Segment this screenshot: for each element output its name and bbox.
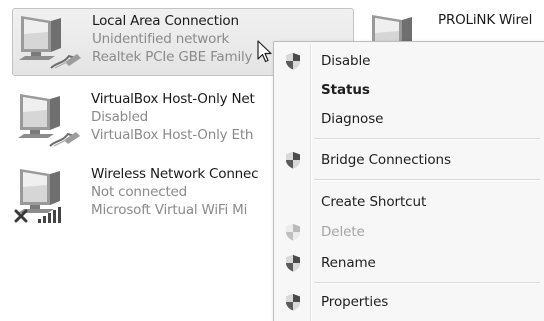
connection-status: Not connected xyxy=(91,184,188,200)
menu-item-diagnose[interactable]: Diagnose xyxy=(277,106,544,132)
menu-item-label: Delete xyxy=(321,224,365,240)
shield-icon xyxy=(284,223,302,241)
menu-item-rename[interactable]: Rename xyxy=(277,250,544,276)
menu-item-delete[interactable]: Delete xyxy=(277,219,544,245)
connection-virtualbox-host-only[interactable]: VirtualBox Host-Only Net Disabled Virtua… xyxy=(12,87,274,155)
menu-item-status[interactable]: Status xyxy=(277,77,544,103)
menu-separator xyxy=(314,282,540,284)
connection-device: VirtualBox Host-Only Eth xyxy=(91,127,254,143)
shield-icon xyxy=(284,254,302,272)
menu-item-disable[interactable]: Disable xyxy=(277,48,544,74)
menu-item-properties[interactable]: Properties xyxy=(277,289,544,315)
shield-icon xyxy=(284,293,302,311)
wireless-network-icon xyxy=(14,165,86,225)
wired-network-icon xyxy=(15,12,87,72)
wired-network-icon xyxy=(14,90,86,150)
menu-separator xyxy=(314,179,540,181)
connection-status: Unidentified network xyxy=(92,31,230,47)
shield-icon xyxy=(284,151,302,169)
connection-status: Disabled xyxy=(91,109,149,125)
menu-item-label: Status xyxy=(321,82,370,98)
menu-item-label: Create Shortcut xyxy=(321,194,427,210)
connection-device: Realtek PCIe GBE Family xyxy=(92,49,253,65)
connection-name: Local Area Connection xyxy=(92,13,239,29)
menu-item-label: Disable xyxy=(321,53,371,69)
network-connections-pane: Local Area Connection Unidentified netwo… xyxy=(0,0,544,321)
context-menu: Disable Status Diagnose Bridge Connectio… xyxy=(273,41,544,321)
menu-item-label: Diagnose xyxy=(321,111,384,127)
connection-wireless-network[interactable]: Wireless Network Connec Not connected Mi… xyxy=(12,162,274,230)
menu-item-label: Bridge Connections xyxy=(321,152,451,168)
shield-icon xyxy=(284,52,302,70)
menu-item-bridge-connections[interactable]: Bridge Connections xyxy=(277,147,544,173)
menu-separator xyxy=(314,138,540,140)
menu-item-create-shortcut[interactable]: Create Shortcut xyxy=(277,189,544,215)
connection-name: VirtualBox Host-Only Net xyxy=(91,91,255,107)
menu-item-label: Rename xyxy=(321,255,376,271)
connection-name: PROLiNK Wirel xyxy=(438,12,533,28)
connection-device: Microsoft Virtual WiFi Mi xyxy=(91,202,248,218)
mouse-cursor-icon xyxy=(257,40,273,64)
menu-item-label: Properties xyxy=(321,294,389,310)
connection-name: Wireless Network Connec xyxy=(91,166,259,182)
